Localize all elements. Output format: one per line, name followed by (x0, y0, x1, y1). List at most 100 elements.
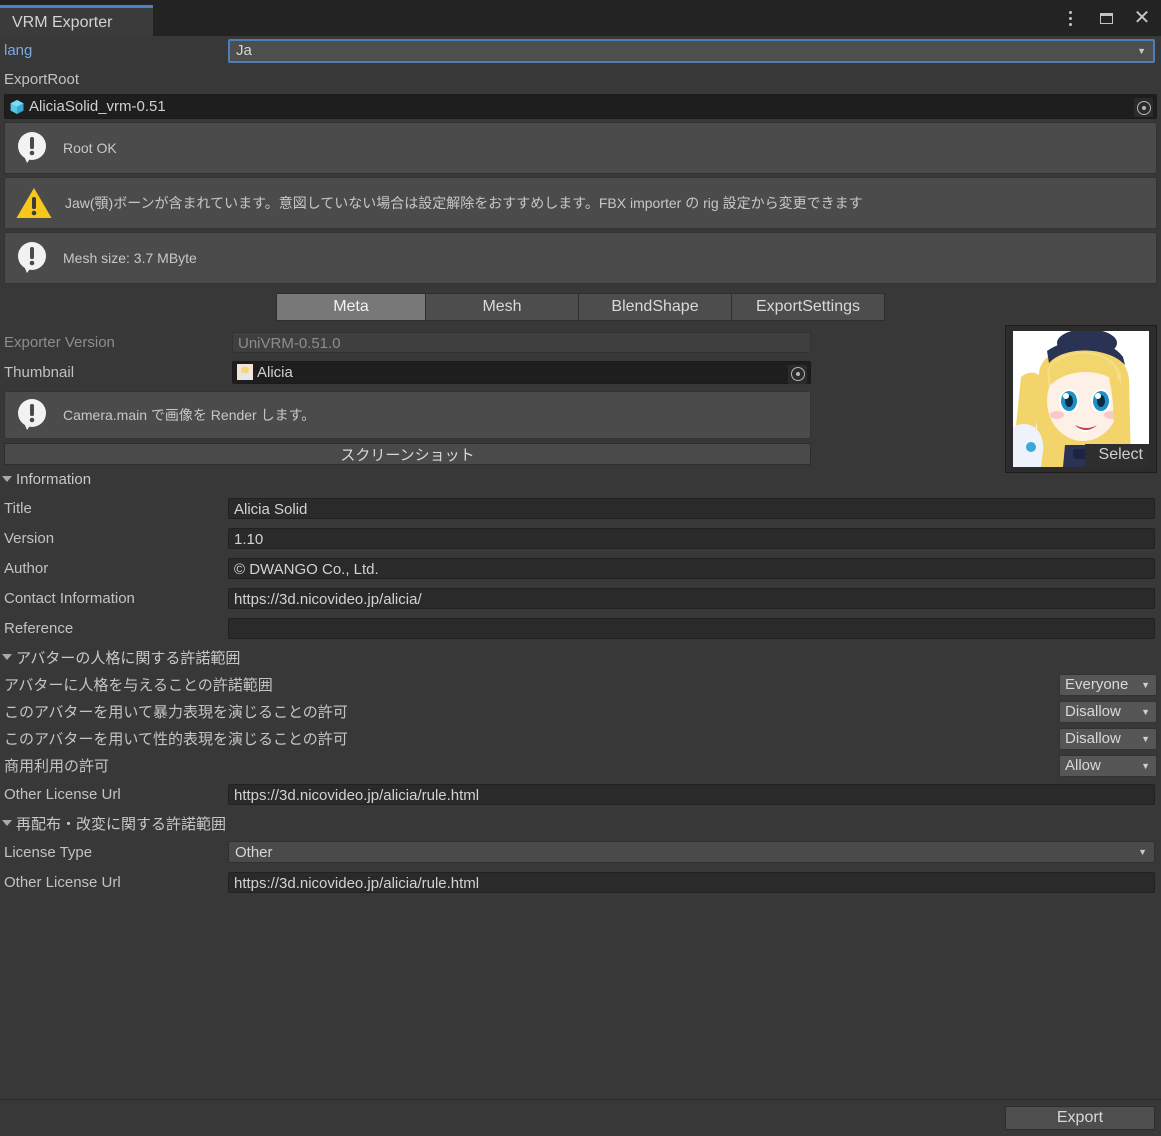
redistribution-other-license-url-value: https://3d.nicovideo.jp/alicia/rule.html (234, 874, 480, 892)
thumbnail-row: Thumbnail Alicia (0, 357, 815, 387)
object-picker-icon[interactable] (788, 364, 807, 384)
redistribution-foldout-label: 再配布・改変に関する許諾範囲 (16, 815, 227, 833)
tab-exportsettings[interactable]: ExportSettings (732, 293, 885, 321)
personality-foldout-label: アバターの人格に関する許諾範囲 (16, 649, 241, 667)
tab-meta[interactable]: Meta (276, 293, 426, 321)
close-icon[interactable]: ✕ (1131, 7, 1153, 29)
redistribution-other-license-url-row: Other License Url https://3d.nicovideo.j… (0, 867, 1161, 897)
lang-row: lang Ja ▼ (0, 36, 1161, 65)
tab-vrm-exporter[interactable]: VRM Exporter (0, 5, 153, 37)
helpbox-root-ok: Root OK (4, 122, 1157, 174)
sexual-usage-row: このアバターを用いて性的表現を演じることの許可 Disallow ▼ (0, 725, 1161, 752)
thumbnail-preview-panel[interactable]: Select (1005, 325, 1157, 473)
allowed-user-label: アバターに人格を与えることの許諾範囲 (4, 677, 273, 694)
redistribution-other-license-url-input[interactable]: https://3d.nicovideo.jp/alicia/rule.html (228, 871, 1155, 893)
exporter-version-field: UniVRM-0.51.0 (232, 331, 811, 353)
window-titlebar: VRM Exporter ✕ (0, 0, 1161, 37)
helpbox-message: Camera.main で画像を Render します。 (63, 406, 316, 423)
license-type-dropdown[interactable]: Other ▼ (228, 841, 1155, 863)
information-foldout-label: Information (16, 470, 92, 488)
export-root-label: ExportRoot (4, 71, 80, 88)
object-picker-icon[interactable] (1134, 98, 1153, 117)
allowed-user-dropdown[interactable]: Everyone ▼ (1059, 673, 1157, 696)
title-input[interactable]: Alicia Solid (228, 497, 1155, 519)
personality-other-license-url-row: Other License Url https://3d.nicovideo.j… (0, 779, 1161, 809)
sexual-usage-label: このアバターを用いて性的表現を演じることの許可 (4, 731, 348, 748)
title-label: Title (4, 499, 32, 517)
tab-label: Mesh (482, 298, 522, 315)
lang-label: lang (4, 42, 33, 59)
screenshot-button[interactable]: スクリーンショット (4, 443, 811, 465)
triangle-down-icon (2, 820, 12, 826)
window-tab-label: VRM Exporter (12, 13, 113, 31)
license-type-row: License Type Other ▼ (0, 837, 1161, 867)
helpbox-message: Mesh size: 3.7 MByte (63, 249, 197, 266)
info-icon (18, 399, 46, 430)
title-row: Title Alicia Solid (0, 493, 1161, 523)
contact-information-label: Contact Information (4, 589, 135, 607)
personality-other-license-url-input[interactable]: https://3d.nicovideo.jp/alicia/rule.html (228, 783, 1155, 805)
contact-information-input[interactable]: https://3d.nicovideo.jp/alicia/ (228, 587, 1155, 609)
author-input[interactable]: © DWANGO Co., Ltd. (228, 557, 1155, 579)
reference-input[interactable] (228, 617, 1155, 639)
thumbnail-label: Thumbnail (4, 363, 75, 381)
exporter-version-value: UniVRM-0.51.0 (238, 334, 341, 352)
personality-other-license-url-label: Other License Url (4, 785, 121, 803)
helpbox-mesh-size: Mesh size: 3.7 MByte (4, 232, 1157, 284)
helpbox-message: Jaw(顎)ボーンが含まれています。意図していない場合は設定解除をおすすめします… (65, 194, 863, 211)
tab-mesh[interactable]: Mesh (426, 293, 579, 321)
chevron-down-icon: ▼ (1141, 679, 1150, 690)
information-foldout[interactable]: Information (0, 465, 1161, 493)
license-type-value: Other (235, 843, 273, 861)
lang-dropdown[interactable]: Ja ▼ (228, 38, 1155, 63)
thumbnail-object-field[interactable]: Alicia (232, 360, 811, 384)
avatar-thumbnail-image: Select (1013, 331, 1149, 467)
helpbox-render-info: Camera.main で画像を Render します。 (4, 391, 811, 439)
exporter-version-row: Exporter Version UniVRM-0.51.0 (0, 327, 815, 357)
helpbox-message: Root OK (63, 139, 117, 156)
triangle-down-icon (2, 654, 12, 660)
export-button[interactable]: Export (1005, 1106, 1155, 1130)
screenshot-button-label: スクリーンショット (340, 446, 475, 464)
helpbox-jaw-warning: Jaw(顎)ボーンが含まれています。意図していない場合は設定解除をおすすめします… (4, 177, 1157, 229)
personality-other-license-url-value: https://3d.nicovideo.jp/alicia/rule.html (234, 786, 480, 804)
violent-usage-dropdown[interactable]: Disallow ▼ (1059, 700, 1157, 723)
version-input[interactable]: 1.10 (228, 527, 1155, 549)
contact-information-value: https://3d.nicovideo.jp/alicia/ (234, 590, 422, 608)
violent-usage-label: このアバターを用いて暴力表現を演じることの許可 (4, 704, 348, 721)
tab-label: ExportSettings (755, 298, 861, 315)
sexual-usage-dropdown[interactable]: Disallow ▼ (1059, 727, 1157, 750)
lang-value: Ja (236, 42, 252, 59)
reference-row: Reference (0, 613, 1161, 643)
license-type-label: License Type (4, 843, 93, 861)
commercial-usage-dropdown[interactable]: Allow ▼ (1059, 754, 1157, 777)
personality-foldout[interactable]: アバターの人格に関する許諾範囲 (0, 643, 1161, 671)
allowed-user-row: アバターに人格を与えることの許諾範囲 Everyone ▼ (0, 671, 1161, 698)
meta-panel: Exporter Version UniVRM-0.51.0 Thumbnail… (0, 321, 1161, 473)
maximize-icon[interactable] (1095, 7, 1117, 29)
version-value: 1.10 (234, 530, 264, 548)
contact-information-row: Contact Information https://3d.nicovideo… (0, 583, 1161, 613)
info-icon (18, 132, 46, 163)
redistribution-foldout[interactable]: 再配布・改変に関する許諾範囲 (0, 809, 1161, 837)
exporter-version-label: Exporter Version (4, 333, 115, 351)
tab-label: BlendShape (611, 298, 699, 315)
tab-blendshape[interactable]: BlendShape (579, 293, 732, 321)
reference-label: Reference (4, 619, 74, 637)
chevron-down-icon: ▼ (1141, 706, 1150, 717)
sexual-usage-value: Disallow (1065, 730, 1121, 747)
commercial-usage-value: Allow (1065, 757, 1101, 774)
prefab-cube-icon (10, 99, 24, 114)
export-root-object-field[interactable]: AliciaSolid_vrm-0.51 (4, 94, 1157, 119)
tab-label: Meta (333, 298, 369, 315)
window-controls: ✕ (1059, 4, 1153, 32)
author-value: © DWANGO Co., Ltd. (234, 560, 379, 578)
info-icon (18, 242, 46, 273)
title-value: Alicia Solid (234, 500, 308, 518)
menu-dots-icon[interactable] (1059, 7, 1081, 29)
thumbnail-select-label[interactable]: Select (1084, 444, 1149, 467)
triangle-down-icon (2, 476, 12, 482)
warning-triangle-icon (16, 188, 52, 218)
chevron-down-icon: ▼ (1141, 760, 1150, 771)
meta-tabstrip: Meta Mesh BlendShape ExportSettings (0, 293, 1161, 321)
